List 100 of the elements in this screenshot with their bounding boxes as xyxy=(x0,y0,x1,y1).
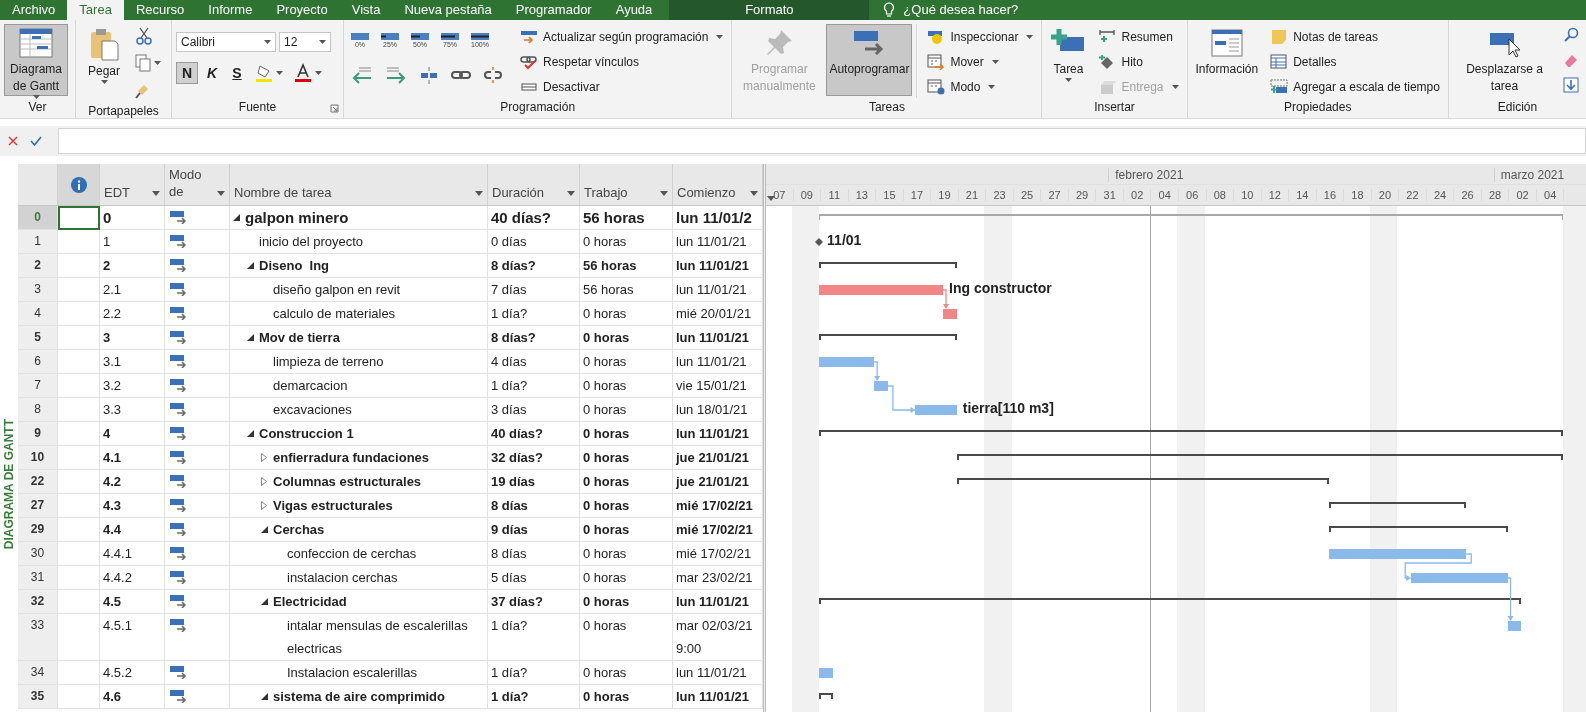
caret-icon xyxy=(1026,34,1034,40)
task-name[interactable]: limpieza de terreno xyxy=(273,350,384,373)
paste-button[interactable]: Pegar xyxy=(80,24,128,96)
timescale-day: 21 xyxy=(958,188,987,201)
task-name[interactable]: Instalacion escalerillas xyxy=(287,661,418,684)
font-name-dropdown[interactable]: Calibri xyxy=(176,32,276,52)
dialog-launcher-icon[interactable] xyxy=(330,104,339,113)
collapse-toggle-icon[interactable] xyxy=(261,453,267,462)
copy-button[interactable] xyxy=(132,51,164,75)
tell-me-search[interactable]: ¿Qué desea hacer? xyxy=(903,0,1019,20)
task-name[interactable]: Diseno Ing xyxy=(259,254,330,277)
expand-toggle-icon[interactable] xyxy=(261,598,268,605)
milestone-button[interactable]: Hito xyxy=(1094,51,1183,73)
collapse-toggle-icon[interactable] xyxy=(261,477,267,486)
task-name[interactable]: Construccion 1 xyxy=(259,422,354,445)
calendar-arrow-icon xyxy=(927,54,946,70)
ribbon-tab[interactable]: Tarea xyxy=(67,0,124,20)
add-to-timeline-button[interactable]: Agregar a escala de tiempo xyxy=(1266,76,1444,98)
mode-button[interactable]: Modo xyxy=(923,76,1038,98)
timescale-day: 23 xyxy=(986,188,1014,201)
underline-button[interactable]: S xyxy=(226,62,248,84)
ribbon-tab[interactable]: Nueva pestaña xyxy=(392,0,504,20)
column-header[interactable]: Comienzo xyxy=(677,185,736,200)
dropdown-arrow-icon[interactable] xyxy=(767,196,775,201)
expand-toggle-icon[interactable] xyxy=(247,334,254,341)
deactivate-button[interactable]: Desactivar xyxy=(516,76,728,98)
dropdown-arrow-icon[interactable] xyxy=(660,191,668,196)
task-name[interactable]: sistema de aire comprimido xyxy=(273,685,445,708)
scroll-to-task-button[interactable]: Desplazarse a tarea xyxy=(1452,24,1556,96)
column-header[interactable]: Modo de xyxy=(169,166,209,200)
task-name[interactable]: Vigas estructurales xyxy=(273,494,393,517)
column-header[interactable]: Nombre de tarea xyxy=(234,185,332,200)
ribbon-tab[interactable]: Vista xyxy=(339,0,393,20)
fill-button[interactable] xyxy=(1560,74,1582,96)
task-notes-button[interactable]: Notas de tareas xyxy=(1266,26,1444,48)
expand-toggle-icon[interactable] xyxy=(247,430,254,437)
dropdown-arrow-icon[interactable] xyxy=(567,191,575,196)
font-size-dropdown[interactable]: 12 xyxy=(279,32,331,52)
respect-links-button[interactable]: Respetar vínculos xyxy=(516,51,728,73)
column-header[interactable]: EDT xyxy=(104,185,130,200)
expand-toggle-icon[interactable] xyxy=(261,693,268,700)
dropdown-arrow-icon[interactable] xyxy=(217,191,225,196)
gantt-chart-icon xyxy=(18,27,54,59)
task-name[interactable]: instalacion cerchas xyxy=(287,566,398,589)
table-cell: 4.2 xyxy=(100,470,165,494)
ribbon-tab[interactable]: Formato xyxy=(737,0,802,20)
timescale-day: 08 xyxy=(1206,188,1235,201)
eraser-icon xyxy=(1563,52,1579,68)
task-name[interactable]: intalar mensulas de escalerillas electricas xyxy=(287,614,484,660)
italic-button[interactable]: K xyxy=(201,62,223,84)
caret-icon xyxy=(264,39,271,45)
task-name[interactable]: Electricidad xyxy=(273,590,347,613)
task-name[interactable]: galpon minero xyxy=(245,206,349,229)
ribbon-tab[interactable]: Informe xyxy=(196,0,265,20)
row-number: 34 xyxy=(18,661,58,685)
ribbon-tab[interactable]: Ayuda xyxy=(603,0,665,20)
progress-bar-icon xyxy=(351,33,369,40)
task-name[interactable]: Columnas estructurales xyxy=(273,470,422,493)
auto-scheduled-icon xyxy=(169,210,187,224)
column-header[interactable]: Duración xyxy=(492,185,545,200)
update-schedule-button[interactable]: Actualizar según programación xyxy=(516,26,728,48)
details-button[interactable]: Detalles xyxy=(1266,51,1444,73)
expand-toggle-icon[interactable] xyxy=(233,214,240,221)
column-header[interactable]: Trabajo xyxy=(584,185,628,200)
dropdown-arrow-icon[interactable] xyxy=(152,191,160,196)
table-cell: 4.4 xyxy=(100,518,165,542)
collapse-toggle-icon[interactable] xyxy=(261,501,267,510)
entry-field[interactable] xyxy=(58,128,1586,154)
inspect-button[interactable]: Inspeccionar xyxy=(923,26,1038,48)
ribbon-tab[interactable]: Archivo xyxy=(0,0,68,20)
dropdown-arrow-icon[interactable] xyxy=(475,191,483,196)
summary-button[interactable]: Resumen xyxy=(1094,26,1183,48)
expand-toggle-icon[interactable] xyxy=(261,526,268,533)
task-name[interactable]: diseño galpon en revit xyxy=(273,278,401,301)
table-cell: vie 15/01/21 xyxy=(673,374,763,398)
expand-toggle-icon[interactable] xyxy=(247,262,254,269)
insert-task-button[interactable]: Tarea xyxy=(1046,24,1091,96)
task-name[interactable]: excavaciones xyxy=(273,398,352,421)
dropdown-arrow-icon[interactable] xyxy=(750,191,758,196)
table-cell: 0 horas xyxy=(580,446,673,470)
ribbon-tab[interactable]: Recurso xyxy=(123,0,197,20)
task-name[interactable]: calculo de materiales xyxy=(273,302,396,325)
progress-bar-icon xyxy=(381,33,399,40)
auto-schedule-button[interactable]: Autoprogramar xyxy=(826,24,913,96)
task-name[interactable]: Cerchas xyxy=(273,518,325,541)
task-name[interactable]: inicio del proyecto xyxy=(259,230,364,253)
bar-label: tierra[110 m3] xyxy=(962,399,1054,418)
table-cell: 2 xyxy=(100,254,165,278)
table-cell: 37 días? xyxy=(488,590,580,614)
information-button[interactable]: Información xyxy=(1191,24,1263,96)
bold-button[interactable]: N xyxy=(176,62,198,84)
gantt-chart-button[interactable]: Diagrama de Gantt xyxy=(4,24,68,96)
ribbon-tab[interactable]: Programador xyxy=(503,0,604,20)
move-button[interactable]: Mover xyxy=(923,51,1038,73)
ribbon-tab[interactable]: Proyecto xyxy=(264,0,340,20)
table-cell: 1 día? xyxy=(488,614,580,661)
task-name[interactable]: demarcacion xyxy=(273,374,348,397)
task-name[interactable]: enfierradura fundaciones xyxy=(273,446,430,469)
task-name[interactable]: confeccion de cerchas xyxy=(287,542,417,565)
task-name[interactable]: Mov de tierra xyxy=(259,326,340,349)
